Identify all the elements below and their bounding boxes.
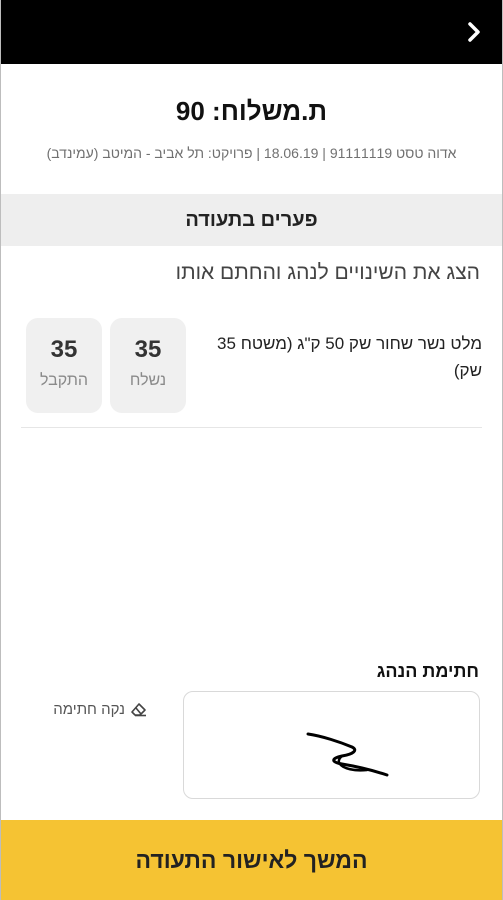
section-title: פערים בתעודה bbox=[185, 208, 318, 231]
item-description: מלט נשר שחור שק 50 ק"ג (משטח 35 שק) bbox=[217, 334, 482, 380]
eraser-icon bbox=[131, 703, 146, 717]
delivery-title: ת.משלוח: 90 bbox=[175, 96, 328, 126]
instruction-text: הצג את השינויים לנהג והחתם אותו bbox=[175, 261, 480, 284]
sent-quantity-box: 35 נשלח bbox=[110, 318, 186, 413]
top-bar bbox=[1, 0, 502, 64]
clear-signature-button[interactable]: נקה חתימה bbox=[23, 697, 148, 721]
clear-signature-label: נקה חתימה bbox=[53, 700, 125, 718]
delivery-subtitle: אדוה טסט 91111119 | 18.06.19 | פרויקט: ת… bbox=[46, 145, 457, 161]
discrepancy-item: מלט נשר שחור שק 50 ק"ג (משטח 35 שק) 35 נ… bbox=[21, 318, 482, 428]
sent-quantity-label: נשלח bbox=[129, 372, 167, 389]
continue-to-approval-button[interactable]: המשך לאישור התעודה bbox=[1, 820, 502, 900]
delivery-note-screen: ת.משלוח: 90 אדוה טסט 91111119 | 18.06.19… bbox=[0, 0, 503, 900]
received-quantity-value: 35 bbox=[50, 336, 78, 363]
back-button[interactable] bbox=[460, 18, 488, 46]
signature-label: חתימת הנהג bbox=[376, 661, 479, 681]
signature-pad[interactable] bbox=[183, 691, 480, 799]
signature-stroke bbox=[306, 732, 389, 777]
chevron-right-icon bbox=[468, 22, 480, 42]
sent-quantity-value: 35 bbox=[134, 336, 162, 363]
received-quantity-box[interactable]: 35 התקבל bbox=[26, 318, 102, 413]
discrepancies-section-header: פערים בתעודה bbox=[1, 194, 502, 246]
received-quantity-label: התקבל bbox=[39, 372, 89, 389]
